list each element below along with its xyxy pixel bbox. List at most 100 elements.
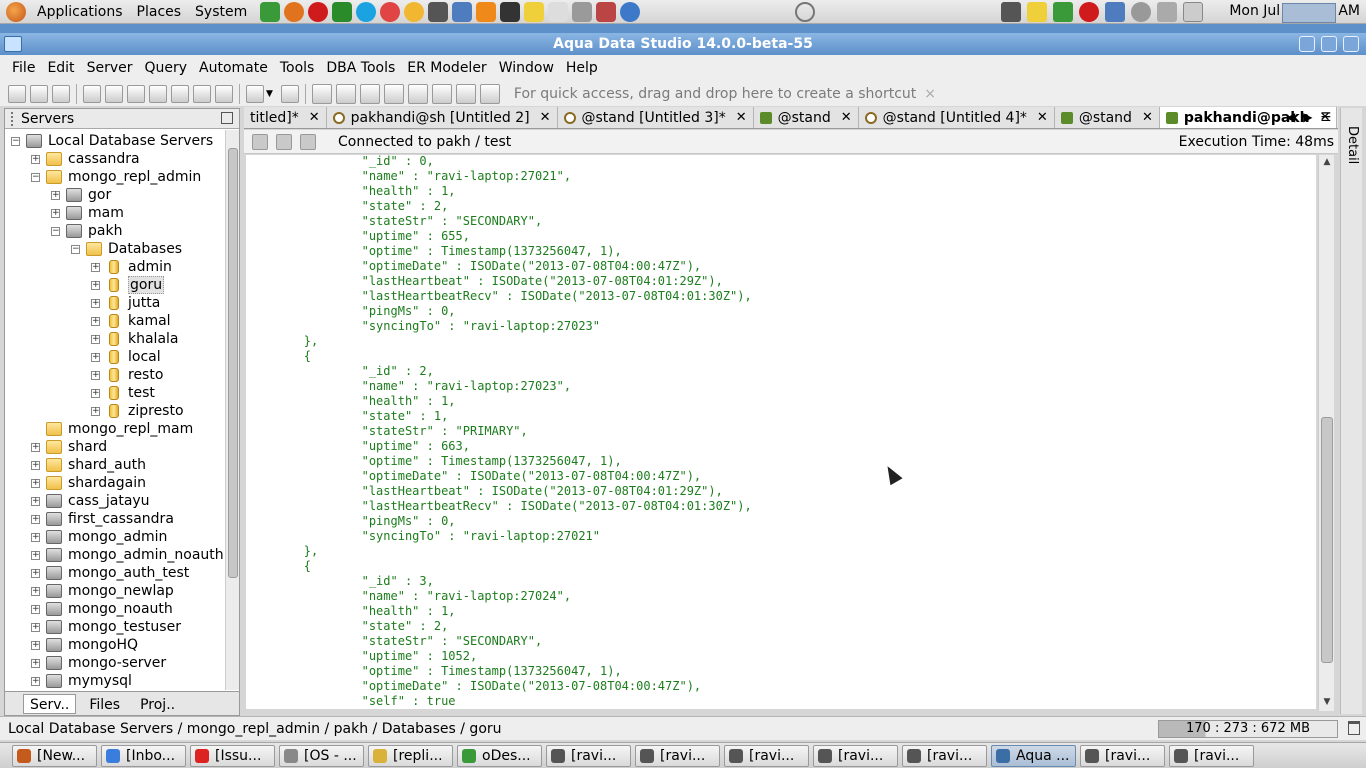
opera-tray-icon[interactable] <box>1079 2 1099 22</box>
expand-toggle-icon[interactable]: + <box>51 208 60 218</box>
tree-item-label[interactable]: resto <box>128 367 163 383</box>
tab-close-icon[interactable]: ✕ <box>841 110 852 125</box>
expand-toggle-icon[interactable]: + <box>31 604 40 614</box>
tab-close-icon[interactable]: ✕ <box>1037 110 1048 125</box>
expand-toggle-icon[interactable]: − <box>11 136 20 146</box>
tree-item-label[interactable]: Local Database Servers <box>48 133 213 149</box>
tree-item-label[interactable]: mongo_auth_test <box>68 565 189 581</box>
results-scrollbar-thumb[interactable] <box>1321 417 1333 663</box>
taskbar-button[interactable]: oDes... <box>457 744 542 767</box>
grip-icon[interactable] <box>11 111 17 126</box>
system-menu[interactable]: System <box>188 4 254 20</box>
chrome-icon[interactable] <box>404 1 425 22</box>
console-icon[interactable] <box>193 84 211 103</box>
tree-item[interactable]: + admin <box>91 258 172 276</box>
tree-item[interactable]: + cass_jatayu <box>31 492 150 510</box>
expand-toggle-icon[interactable]: − <box>51 226 60 236</box>
tree-item-label[interactable]: mongo_repl_admin <box>68 169 201 185</box>
vlc-icon[interactable] <box>476 1 497 22</box>
tree-item[interactable]: + shard <box>31 438 107 456</box>
expand-toggle-icon[interactable]: + <box>31 154 40 164</box>
layout-tile-icon[interactable] <box>479 83 500 104</box>
expand-toggle-icon[interactable]: + <box>91 334 100 344</box>
tree-item-label[interactable]: shardagain <box>68 475 146 491</box>
tree-item[interactable]: + first_cassandra <box>31 510 174 528</box>
expand-toggle-icon[interactable]: + <box>31 478 40 488</box>
tab-prev-icon[interactable]: ◀ <box>1286 110 1295 124</box>
tool-icon[interactable] <box>596 1 617 22</box>
shortcut-close-icon[interactable]: × <box>924 86 936 102</box>
expand-toggle-icon[interactable]: + <box>31 622 40 632</box>
expand-toggle-icon[interactable]: + <box>31 460 40 470</box>
scripts-icon[interactable] <box>215 84 233 103</box>
tree-item-label[interactable]: jutta <box>128 295 160 311</box>
close-icon[interactable] <box>1343 36 1359 52</box>
opera-icon[interactable] <box>308 1 329 22</box>
layout-table-icon[interactable] <box>383 83 404 104</box>
scroll-up-icon[interactable]: ▲ <box>1321 157 1333 169</box>
editor-tab[interactable]: @stand ✕ <box>1055 107 1160 128</box>
tree-item[interactable]: + shardagain <box>31 474 146 492</box>
tree-item[interactable]: + shard_auth <box>31 456 146 474</box>
tree-item[interactable]: + gor <box>51 186 111 204</box>
tree-item[interactable]: + mongo-server <box>31 654 166 672</box>
tab-next-icon[interactable]: ▶ <box>1303 110 1312 124</box>
maximize-panel-icon[interactable] <box>221 112 233 124</box>
tree-item[interactable]: + mongoHQ <box>31 636 138 654</box>
tree-item-label[interactable]: mongo_admin <box>68 529 167 545</box>
tab-close-icon[interactable]: ✕ <box>1142 110 1153 125</box>
menu-server[interactable]: Server <box>81 60 139 76</box>
layout-split-icon[interactable] <box>335 83 356 104</box>
menu-help[interactable]: Help <box>560 60 604 76</box>
table-data-icon[interactable] <box>171 84 189 103</box>
power-icon[interactable] <box>795 2 815 22</box>
tree-item-label[interactable]: cassandra <box>68 151 140 167</box>
tree-scrollbar[interactable] <box>225 130 239 690</box>
tree-item[interactable]: + mongo_testuser <box>31 618 181 636</box>
expand-toggle-icon[interactable]: + <box>31 640 40 650</box>
tree-item-label[interactable]: zipresto <box>128 403 184 419</box>
tree-item[interactable]: − Databases <box>71 240 182 258</box>
tree-item[interactable]: + khalala <box>91 330 179 348</box>
tree-scrollbar-thumb[interactable] <box>228 148 238 578</box>
disk-icon[interactable] <box>572 1 593 22</box>
tree-item-label[interactable]: admin <box>128 259 172 275</box>
tree-item[interactable]: + mongo_newlap <box>31 582 174 600</box>
tree-item[interactable]: + local <box>91 348 161 366</box>
network-tray-icon[interactable] <box>1105 2 1125 22</box>
tree-item[interactable]: mongo_repl_mam <box>31 420 193 438</box>
menu-window[interactable]: Window <box>493 60 560 76</box>
expand-toggle-icon[interactable]: + <box>91 352 100 362</box>
layout-cascade-icon[interactable] <box>455 83 476 104</box>
expand-toggle-icon[interactable]: + <box>91 280 100 290</box>
results-scrollbar[interactable]: ▲ ▼ <box>1318 155 1334 711</box>
expand-toggle-icon[interactable]: + <box>31 496 40 506</box>
tree-item-label[interactable]: cass_jatayu <box>68 493 150 509</box>
menu-dba-tools[interactable]: DBA Tools <box>320 60 401 76</box>
tree-item-label[interactable]: mongo_admin_noauth <box>68 547 224 563</box>
layout-columns-icon[interactable] <box>407 83 428 104</box>
memory-usage[interactable]: 170 : 273 : 672 MB <box>1158 720 1338 738</box>
taskbar-button[interactable]: [New... <box>12 744 97 767</box>
query-analyzer-icon[interactable] <box>149 84 167 103</box>
clipboard-icon[interactable] <box>276 133 292 150</box>
tree-item[interactable]: + mam <box>51 204 124 222</box>
menu-automate[interactable]: Automate <box>193 60 274 76</box>
tree-item-label[interactable]: mongo-server <box>68 655 166 671</box>
monitor-icon[interactable] <box>332 1 353 22</box>
tab-close-icon[interactable]: ✕ <box>540 110 551 125</box>
app-tray-icon[interactable] <box>1053 2 1073 22</box>
tree-item-label[interactable]: shard <box>68 439 107 455</box>
tree-item[interactable]: + mongo_admin <box>31 528 167 546</box>
tree-item[interactable]: + test <box>91 384 155 402</box>
tree-item-label[interactable]: goru <box>128 276 165 294</box>
expand-toggle-icon[interactable]: + <box>91 316 100 326</box>
expand-toggle-icon[interactable]: + <box>31 442 40 452</box>
tab-close-icon[interactable]: ✕ <box>736 110 747 125</box>
tab-list-icon[interactable]: ☰ <box>1320 110 1331 124</box>
query-window-icon[interactable] <box>127 84 145 103</box>
new-server-icon[interactable] <box>8 84 26 103</box>
tab-close-icon[interactable]: ✕ <box>309 110 320 125</box>
menu-query[interactable]: Query <box>138 60 193 76</box>
tree-item-label[interactable]: shard_auth <box>68 457 146 473</box>
